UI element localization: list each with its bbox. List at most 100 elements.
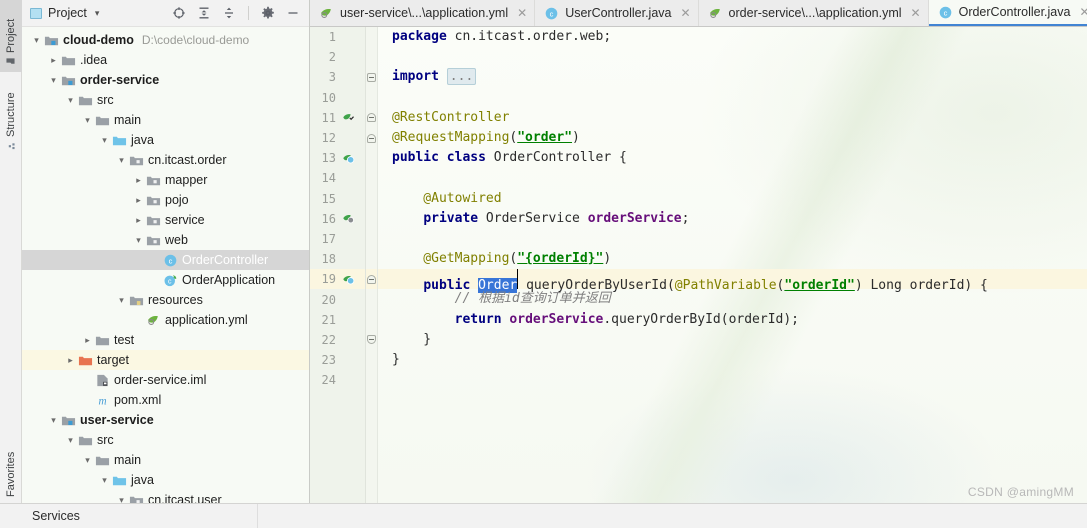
tree-node-cn-itcast-user[interactable]: cn.itcast.user xyxy=(22,490,309,503)
gutter-line[interactable]: 18 xyxy=(310,249,365,269)
fold-toggle-icon[interactable] xyxy=(367,335,376,345)
tree-node-order-service[interactable]: order-service xyxy=(22,70,309,90)
chevron-right-icon[interactable] xyxy=(81,336,94,345)
tree-node-java[interactable]: java xyxy=(22,470,309,490)
chevron-right-icon[interactable] xyxy=(64,356,77,365)
tree-node-service[interactable]: service xyxy=(22,210,309,230)
tree-node-application-yml[interactable]: application.yml xyxy=(22,310,309,330)
settings-gear-icon[interactable] xyxy=(260,5,276,21)
tree-node-test[interactable]: test xyxy=(22,330,309,350)
tree-node-src[interactable]: src xyxy=(22,90,309,110)
gutter-line[interactable]: 16 xyxy=(310,209,365,229)
chevron-down-icon[interactable] xyxy=(115,496,128,504)
code-line[interactable]: public Order│ queryOrderByUserId(@PathVa… xyxy=(378,269,1087,294)
chevron-right-icon[interactable] xyxy=(47,56,60,65)
gutter-line[interactable]: 13 xyxy=(310,148,365,168)
fold-line[interactable] xyxy=(366,269,377,290)
chevron-down-icon[interactable] xyxy=(132,236,145,245)
spring-bean-class-icon[interactable] xyxy=(338,273,358,286)
gutter-line[interactable]: 15 xyxy=(310,189,365,209)
gutter-line[interactable]: 3 xyxy=(310,67,365,87)
chevron-down-icon[interactable] xyxy=(98,476,111,485)
gutter-line[interactable]: 2 xyxy=(310,47,365,67)
close-icon[interactable]: ✕ xyxy=(911,6,921,20)
tree-node-user-service[interactable]: user-service xyxy=(22,410,309,430)
close-icon[interactable]: ✕ xyxy=(680,6,690,20)
tree-node-cloud-demo[interactable]: cloud-demo D:\code\cloud-demo xyxy=(22,30,309,50)
code-line[interactable]: @GetMapping("{orderId}") xyxy=(378,249,1087,269)
editor-tab-user-service-application-yml[interactable]: user-service\...\application.yml ✕ xyxy=(310,0,536,26)
close-icon[interactable]: ✕ xyxy=(517,6,527,20)
code-line[interactable] xyxy=(378,88,1087,108)
gutter-line[interactable]: 1 xyxy=(310,27,365,47)
tree-node-target[interactable]: target xyxy=(22,350,309,370)
chevron-down-icon[interactable] xyxy=(64,96,77,105)
editor-tab-bar[interactable]: user-service\...\application.yml ✕ c UserCo… xyxy=(310,0,1087,27)
chevron-down-icon[interactable] xyxy=(47,416,60,425)
fold-toggle-icon[interactable] xyxy=(367,72,376,82)
project-panel-title-group[interactable]: Project ▾ xyxy=(30,6,99,20)
chevron-right-icon[interactable] xyxy=(132,196,145,205)
code-editor[interactable]: 1 2 3 10 11 12 13 14 15 16 17 18 19 20 21 22 23 24 packag… xyxy=(310,27,1087,503)
code-line[interactable]: @Autowired xyxy=(378,189,1087,209)
toolwindow-tab-favorites[interactable]: Favorites xyxy=(0,425,22,503)
code-line[interactable]: package cn.itcast.order.web; xyxy=(378,27,1087,47)
gutter-line[interactable]: 21 xyxy=(310,310,365,330)
chevron-down-icon[interactable] xyxy=(81,116,94,125)
code-line[interactable]: private OrderService orderService; xyxy=(378,209,1087,229)
editor-code-column[interactable]: package cn.itcast.order.web; import ... … xyxy=(378,27,1087,503)
chevron-down-icon[interactable] xyxy=(30,36,43,45)
tree-node-java[interactable]: java xyxy=(22,130,309,150)
hide-icon[interactable] xyxy=(285,5,301,21)
tree-node-mapper[interactable]: mapper xyxy=(22,170,309,190)
project-tree[interactable]: cloud-demo D:\code\cloud-demo .idea order-s… xyxy=(22,27,309,503)
editor-fold-column[interactable] xyxy=(366,27,378,503)
tree-node-orderapplication[interactable]: c OrderApplication xyxy=(22,270,309,290)
fold-line[interactable] xyxy=(366,330,377,350)
chevron-down-icon[interactable] xyxy=(81,456,94,465)
tree-node--idea[interactable]: .idea xyxy=(22,50,309,70)
code-line[interactable]: public class OrderController { xyxy=(378,148,1087,168)
chevron-down-icon[interactable] xyxy=(115,296,128,305)
gutter-line[interactable]: 17 xyxy=(310,229,365,249)
chevron-down-icon[interactable] xyxy=(47,76,60,85)
editor-tab-ordercontroller-java[interactable]: c OrderController.java ✕ xyxy=(928,0,1087,26)
fold-line[interactable] xyxy=(366,108,377,128)
gutter-line[interactable]: 12 xyxy=(310,128,365,148)
gutter-line[interactable]: 23 xyxy=(310,350,365,370)
gutter-line[interactable]: 24 xyxy=(310,370,365,390)
toolwindow-tab-structure[interactable]: Structure xyxy=(0,74,22,156)
chevron-down-icon[interactable]: ▾ xyxy=(95,8,100,19)
gutter-line[interactable]: 20 xyxy=(310,289,365,309)
code-line[interactable]: } xyxy=(378,330,1087,350)
collapse-all-icon[interactable] xyxy=(221,5,237,21)
tree-node-src[interactable]: src xyxy=(22,430,309,450)
code-line[interactable] xyxy=(378,47,1087,67)
tree-node-resources[interactable]: resources xyxy=(22,290,309,310)
tree-node-pojo[interactable]: pojo xyxy=(22,190,309,210)
gutter-line[interactable]: 10 xyxy=(310,88,365,108)
tree-node-pom-xml[interactable]: m pom.xml xyxy=(22,390,309,410)
tree-node-main[interactable]: main xyxy=(22,110,309,130)
chevron-down-icon[interactable] xyxy=(115,156,128,165)
code-line[interactable]: } xyxy=(378,350,1087,370)
code-line[interactable]: return orderService.queryOrderById(order… xyxy=(378,310,1087,330)
code-line[interactable] xyxy=(378,168,1087,188)
gutter-line[interactable]: 11 xyxy=(310,108,365,128)
chevron-right-icon[interactable] xyxy=(132,216,145,225)
editor-gutter[interactable]: 1 2 3 10 11 12 13 14 15 16 17 18 19 20 21 22 23 24 xyxy=(310,27,366,503)
chevron-down-icon[interactable] xyxy=(98,136,111,145)
spring-bean-icon[interactable] xyxy=(338,111,358,124)
spring-autowired-icon[interactable] xyxy=(338,212,358,225)
gutter-line[interactable]: 22 xyxy=(310,330,365,350)
toolwindow-tab-project[interactable]: Project xyxy=(0,0,22,72)
chevron-right-icon[interactable] xyxy=(132,176,145,185)
spring-bean-class-icon[interactable] xyxy=(338,152,358,165)
editor-tab-usercontroller-java[interactable]: c UserController.java ✕ xyxy=(535,0,699,26)
fold-toggle-icon[interactable] xyxy=(367,133,376,143)
expand-all-icon[interactable] xyxy=(196,5,212,21)
gutter-line[interactable]: 19 xyxy=(310,269,365,290)
fold-toggle-icon[interactable] xyxy=(367,113,376,123)
fold-toggle-icon[interactable] xyxy=(367,274,376,284)
chevron-down-icon[interactable] xyxy=(64,436,77,445)
